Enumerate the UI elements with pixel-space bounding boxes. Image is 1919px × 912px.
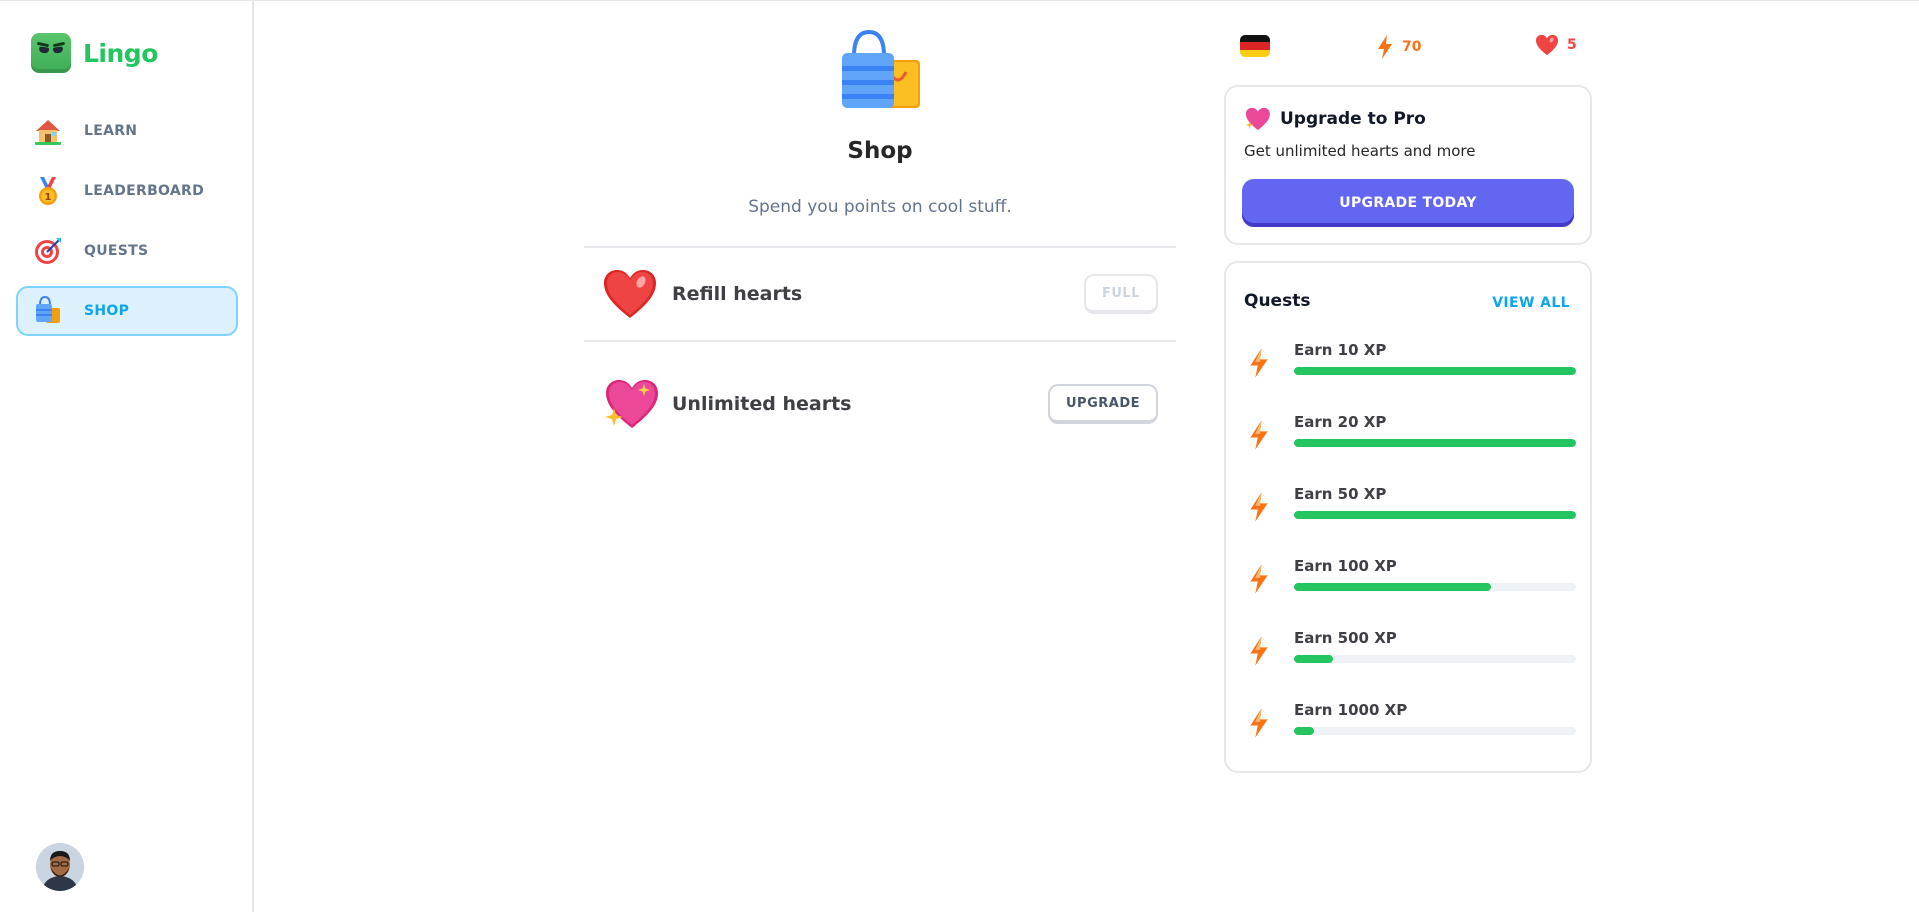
shop-item-label: Refill hearts: [672, 283, 803, 305]
view-all-link[interactable]: VIEW ALL: [1492, 295, 1570, 311]
quest-progress-track: [1294, 511, 1576, 519]
quest-progress-fill: [1294, 439, 1576, 447]
sidebar-item-label: LEARN: [84, 123, 138, 139]
heart-icon: [1536, 34, 1558, 56]
quest-progress-fill: [1294, 655, 1334, 663]
sidebar-item-label: LEADERBOARD: [84, 183, 205, 199]
lightning-bolt-icon: [1250, 564, 1268, 594]
shop-item-refill-hearts: Refill hearts FULL: [584, 256, 1176, 332]
quest-progress-track: [1294, 367, 1576, 375]
sparkling-heart-icon: [602, 376, 658, 432]
quest-label: Earn 500 XP: [1294, 629, 1397, 647]
target-icon: [32, 235, 64, 267]
medal-icon: 1: [32, 175, 64, 207]
mascot-logo-icon: [31, 33, 71, 73]
shop-item-unlimited-hearts: Unlimited hearts UPGRADE: [584, 366, 1176, 442]
xp-value: 70: [1402, 39, 1422, 55]
lightning-bolt-icon: [1250, 492, 1268, 522]
shopping-bag-icon: [32, 295, 64, 327]
quest-item: Earn 20 XP: [1244, 413, 1576, 463]
pro-description: Get unlimited hearts and more: [1244, 142, 1476, 160]
sidebar-item-learn[interactable]: LEARN: [16, 106, 238, 156]
sidebar-nav: LEARN 1 LEADERBOARD QUESTS SHOP: [16, 106, 238, 346]
upgrade-today-button[interactable]: UPGRADE TODAY: [1242, 179, 1574, 227]
sparkling-heart-icon: [1245, 107, 1270, 131]
shop-item-label: Unlimited hearts: [672, 393, 852, 415]
lightning-bolt-icon: [1250, 348, 1268, 378]
divider: [584, 246, 1176, 248]
lightning-bolt-icon: [1250, 636, 1268, 666]
sidebar-item-shop[interactable]: SHOP: [16, 286, 238, 336]
user-stats-bar: 70 5: [1240, 32, 1580, 62]
quest-progress-track: [1294, 655, 1576, 663]
quest-item: Earn 100 XP: [1244, 557, 1576, 607]
brand-name: Lingo: [83, 38, 158, 68]
refill-hearts-button[interactable]: FULL: [1083, 274, 1158, 314]
hearts-value: 5: [1567, 37, 1577, 53]
page-subtitle: Spend you points on cool stuff.: [748, 197, 1012, 217]
pro-title: Upgrade to Pro: [1280, 109, 1426, 129]
brand[interactable]: Lingo: [31, 33, 158, 73]
heart-icon: [602, 266, 658, 322]
quest-progress-fill: [1294, 583, 1492, 591]
quest-progress-track: [1294, 727, 1576, 735]
germany-flag-icon[interactable]: [1240, 35, 1270, 57]
sidebar-item-label: QUESTS: [84, 243, 149, 259]
lightning-bolt-icon: [1250, 708, 1268, 738]
quest-label: Earn 100 XP: [1294, 557, 1397, 575]
quest-progress-fill: [1294, 511, 1576, 519]
divider: [584, 340, 1176, 342]
quest-label: Earn 1000 XP: [1294, 701, 1408, 719]
quest-label: Earn 20 XP: [1294, 413, 1387, 431]
upgrade-pro-card: Upgrade to Pro Get unlimited hearts and …: [1224, 85, 1592, 245]
sidebar-item-leaderboard[interactable]: 1 LEADERBOARD: [16, 166, 238, 216]
quest-item: Earn 1000 XP: [1244, 701, 1576, 751]
quest-progress-fill: [1294, 367, 1576, 375]
page-title: Shop: [847, 138, 913, 164]
quest-item: Earn 50 XP: [1244, 485, 1576, 535]
lightning-bolt-icon: [1378, 35, 1392, 59]
lightning-bolt-icon: [1250, 420, 1268, 450]
svg-text:1: 1: [45, 192, 52, 203]
house-icon: [32, 115, 64, 147]
quests-title: Quests: [1244, 291, 1311, 311]
hearts-counter[interactable]: 5: [1535, 34, 1577, 56]
xp-counter[interactable]: 70: [1376, 34, 1421, 60]
quest-progress-track: [1294, 583, 1576, 591]
quest-label: Earn 50 XP: [1294, 485, 1387, 503]
quests-card: Quests VIEW ALL Earn 10 XP Earn 20 XP Earn…: [1224, 261, 1592, 773]
quest-progress-fill: [1294, 727, 1314, 735]
quest-item: Earn 500 XP: [1244, 629, 1576, 679]
sidebar: Lingo LEARN 1 LEADERBOARD QUESTS SHOP: [0, 0, 254, 912]
sidebar-item-quests[interactable]: QUESTS: [16, 226, 238, 276]
pro-header: Upgrade to Pro: [1244, 107, 1426, 131]
user-avatar[interactable]: [36, 843, 84, 891]
unlimited-hearts-upgrade-button[interactable]: UPGRADE: [1048, 384, 1158, 424]
top-border: [0, 0, 1919, 1]
quest-progress-track: [1294, 439, 1576, 447]
quest-item: Earn 10 XP: [1244, 341, 1576, 391]
sidebar-item-label: SHOP: [84, 303, 130, 319]
quest-label: Earn 10 XP: [1294, 341, 1387, 359]
shop-bag-illustration: [838, 28, 922, 114]
